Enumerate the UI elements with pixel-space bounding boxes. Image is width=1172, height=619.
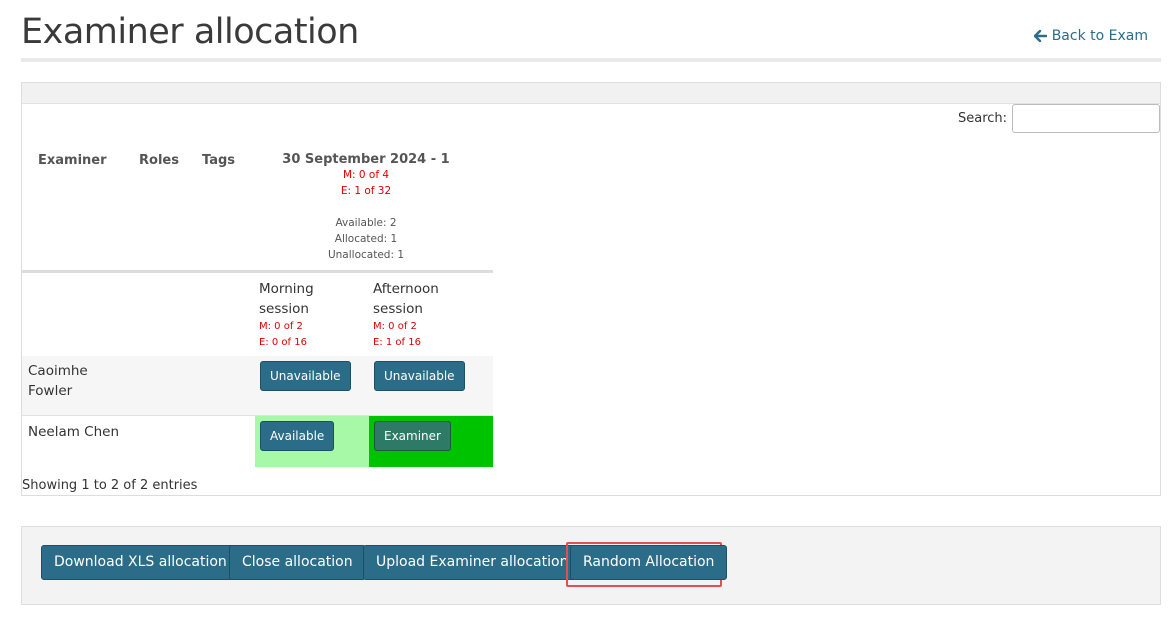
table-info: Showing 1 to 2 of 2 entries xyxy=(22,478,198,493)
column-header-roles[interactable]: Roles xyxy=(139,153,179,168)
page-title: Examiner allocation xyxy=(21,12,359,52)
arrow-left-icon xyxy=(1033,30,1047,42)
upload-examiner-allocation-button[interactable]: Upload Examiner allocation xyxy=(363,545,582,580)
column-header-examiner[interactable]: Examiner xyxy=(38,153,107,168)
date-allocated-count: Allocated: 1 xyxy=(334,233,398,245)
close-allocation-button[interactable]: Close allocation xyxy=(229,545,366,580)
session-label-line1: Afternoon xyxy=(373,281,439,297)
back-to-exam-link[interactable]: Back to Exam xyxy=(1033,28,1148,44)
session-e-count: E: 0 of 16 xyxy=(259,337,307,348)
examiner-name-line2: Fowler xyxy=(28,383,73,399)
date-available-count: Available: 2 xyxy=(335,217,397,229)
date-title: 30 September 2024 - 1 xyxy=(282,152,450,167)
session-e-count: E: 1 of 16 xyxy=(373,337,421,348)
morning-status-button[interactable]: Unavailable xyxy=(260,361,351,391)
afternoon-status-button[interactable]: Examiner xyxy=(374,421,451,451)
download-xls-button[interactable]: Download XLS allocation xyxy=(41,545,240,580)
date-unallocated-count: Unallocated: 1 xyxy=(327,249,405,261)
afternoon-status-button[interactable]: Unavailable xyxy=(374,361,465,391)
title-divider xyxy=(21,58,1161,62)
table-row: Caoimhe Fowler Unavailable Unavailable xyxy=(22,356,493,416)
examiner-name-line1: Caoimhe xyxy=(28,363,88,379)
afternoon-examiner-cell: Examiner xyxy=(369,416,493,467)
back-link-label: Back to Exam xyxy=(1051,28,1148,44)
morning-available-cell: Available xyxy=(255,416,369,467)
examiner-name: Neelam Chen xyxy=(28,424,120,440)
date-e-count: E: 1 of 32 xyxy=(340,185,392,197)
column-header-tags[interactable]: Tags xyxy=(202,153,235,168)
morning-status-button[interactable]: Available xyxy=(260,421,335,451)
table-row: Neelam Chen Available Examiner xyxy=(22,416,493,467)
session-m-count: M: 0 of 2 xyxy=(373,321,417,332)
random-allocation-button[interactable]: Random Allocation xyxy=(570,545,728,580)
session-m-count: M: 0 of 2 xyxy=(259,321,303,332)
session-label-line1: Morning xyxy=(259,281,314,297)
allocation-actions-bar: Download XLS allocation Close allocation… xyxy=(21,526,1161,605)
column-header-date: 30 September 2024 - 1 M: 0 of 4 E: 1 of … xyxy=(277,152,455,263)
session-label-line2: session xyxy=(373,301,423,317)
session-label-line2: session xyxy=(259,301,309,317)
search-label: Search: xyxy=(958,111,1008,126)
session-header-afternoon: Afternoon session M: 0 of 2 E: 1 of 16 xyxy=(373,279,439,351)
date-m-count: M: 0 of 4 xyxy=(342,169,390,181)
search-input[interactable] xyxy=(1012,104,1160,133)
session-header-morning: Morning session M: 0 of 2 E: 0 of 16 xyxy=(259,279,314,351)
allocation-table-panel: Search: Examiner Roles Tags 30 September… xyxy=(21,82,1161,496)
examiner-name: Caoimhe Fowler xyxy=(28,361,88,401)
panel-header-bar xyxy=(22,83,1160,104)
header-divider xyxy=(22,270,493,273)
